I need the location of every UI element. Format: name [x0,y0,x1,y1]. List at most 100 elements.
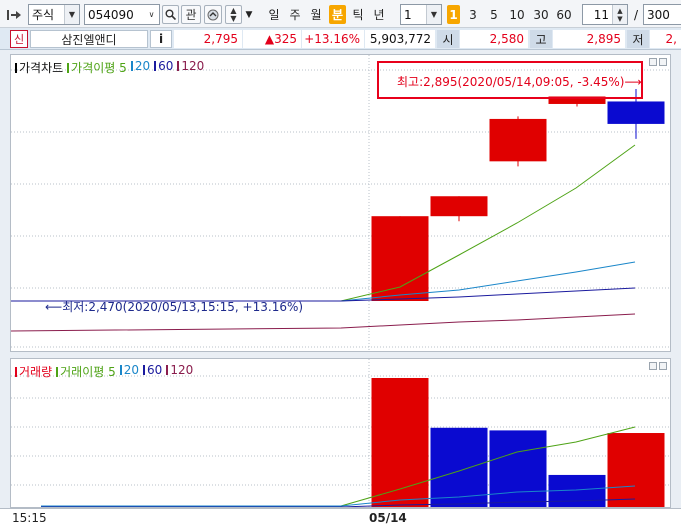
time-axis: 15:15 05/14 [0,508,681,525]
legend-vma20-period: 20 [123,363,140,377]
legend-vma5: 거래이평 5 [56,363,116,380]
low-annotation: ⟵최저:2,470(2020/05/13,15:15, +13.16%) [45,300,304,314]
volume-bar [489,430,547,507]
market-select[interactable]: 주식 ▼ [28,4,80,25]
maximize-icon[interactable] [649,362,657,370]
period-week[interactable]: 주 [287,5,303,24]
minute-10-button[interactable]: 10 [506,5,528,24]
candle-body [489,118,547,162]
dropdown-arrow-icon[interactable]: ▼ [244,5,254,24]
count-value: 11 [593,7,609,22]
period-minute[interactable]: 분 [329,5,346,24]
stock-code-input[interactable]: 054090 ∨ [84,4,160,25]
legend-ma5: 가격이평 5 [67,59,127,76]
low-value: 2, [650,30,681,48]
legend-ma-title: 가격이평 [71,61,116,75]
legend-volume-title: 거래량 [19,365,53,379]
legend-vma60-period: 60 [147,363,163,377]
new-listing-badge: 신 [10,30,28,48]
minute-1-button[interactable]: 1 [447,5,460,24]
period-day[interactable]: 일 [266,5,282,24]
total-count-input[interactable]: 300 [643,4,681,25]
legend-ma60-period: 60 [158,59,174,73]
chevron-down-icon[interactable]: ∨ [144,5,159,24]
legend-vma20: 20 [119,363,140,380]
low-label: 저 [627,30,649,48]
count-stepper[interactable]: 11 ▲ ▼ [582,4,628,25]
market-select-value: 주식 [32,8,55,22]
period-year[interactable]: 년 [371,5,387,24]
volume-bar [548,474,606,507]
ma120-line [11,313,636,332]
stock-name: 삼진엘앤디 [30,30,148,48]
close-icon[interactable] [659,362,667,370]
pane-window-buttons [649,58,667,66]
time-axis-label-date: 05/14 [369,511,407,525]
chevron-down-icon[interactable]: ▼ [64,5,79,24]
minute-30-button[interactable]: 30 [530,5,552,24]
maximize-icon[interactable] [649,58,657,66]
volume-chart-pane[interactable]: 거래량 거래이평 5 20 60 120 [10,358,671,508]
legend-ma20-period: 20 [134,59,151,73]
candle-body [371,216,429,301]
minute-5-button[interactable]: 5 [487,5,501,24]
open-value: 2,580 [460,30,528,48]
close-icon[interactable] [659,58,667,66]
search-button[interactable] [162,5,179,24]
legend-vma120-period: 120 [170,363,194,377]
watchlist-button[interactable]: 관 [181,5,201,24]
legend-ma120-period: 120 [181,59,205,73]
toolbar: 주식 ▼ 054090 ∨ 관 ▲ ▼ ▼ 일 주 월 분 틱 년 1 ▼ 1 3… [0,0,681,28]
quote-bar: 신 삼진엘앤디 i 2,795 ▲325 +13.16% 5,903,772 시… [0,28,681,50]
count-separator: / [633,7,639,22]
info-button[interactable]: i [150,30,172,48]
interval-select[interactable]: 1 ▼ [400,4,442,25]
price-legend: 가격차트 가격이평 5 20 60 120 [15,59,204,76]
candle-body [430,196,488,217]
volume-chart-canvas [11,359,670,507]
total-count-value: 300 [647,7,670,22]
spin-down-icon[interactable]: ▼ [230,14,236,23]
price-chart-pane[interactable]: 가격차트 가격이평 5 20 60 120 최고:2,895(2020/05/1… [10,54,671,352]
magnifier-icon [165,9,176,20]
spin-button[interactable]: ▲ ▼ [225,5,242,24]
current-price: 2,795 [174,30,242,48]
link-arrow-icon[interactable] [6,4,24,25]
period-month[interactable]: 월 [308,5,324,24]
high-value: 2,895 [553,30,625,48]
legend-ma120: 120 [177,59,204,76]
chevron-down-icon[interactable]: ▼ [426,5,441,24]
refresh-button[interactable] [204,5,222,24]
interval-value: 1 [404,7,412,22]
high-label: 고 [530,30,552,48]
watchlist-label: 관 [185,8,197,22]
period-tick[interactable]: 틱 [350,5,366,24]
open-label: 시 [437,30,459,48]
stepper-arrows-icon[interactable]: ▲ ▼ [612,5,627,24]
volume-value: 5,903,772 [365,30,435,48]
candle-body [607,101,665,124]
legend-vma60: 60 [143,363,162,380]
volume-legend: 거래량 거래이평 5 20 60 120 [15,363,193,380]
legend-vma120: 120 [166,363,193,380]
time-axis-label-start: 15:15 [12,511,47,525]
ma20-line [11,261,636,302]
volume-bar [430,427,488,507]
minute-60-button[interactable]: 60 [553,5,575,24]
minute-3-button[interactable]: 3 [466,5,480,24]
volume-bar [607,433,665,507]
legend-ma20: 20 [130,59,151,76]
legend-price-title: 가격차트 [19,61,64,75]
legend-ma5-period: 5 [119,61,127,75]
pane-window-buttons [649,362,667,370]
legend-vma-title: 거래이평 [60,365,105,379]
legend-ma60: 60 [154,59,173,76]
stock-code-value: 054090 [88,7,134,22]
change-rate: +13.16% [302,30,364,48]
rotate-icon [207,9,219,20]
price-change: ▲325 [243,30,301,48]
legend-price: 가격차트 [15,59,63,76]
high-annotation: 최고:2,895(2020/05/14,09:05, -3.45%)⟶ [397,75,642,89]
legend-vma5-period: 5 [108,365,116,379]
legend-volume: 거래량 [15,363,52,380]
